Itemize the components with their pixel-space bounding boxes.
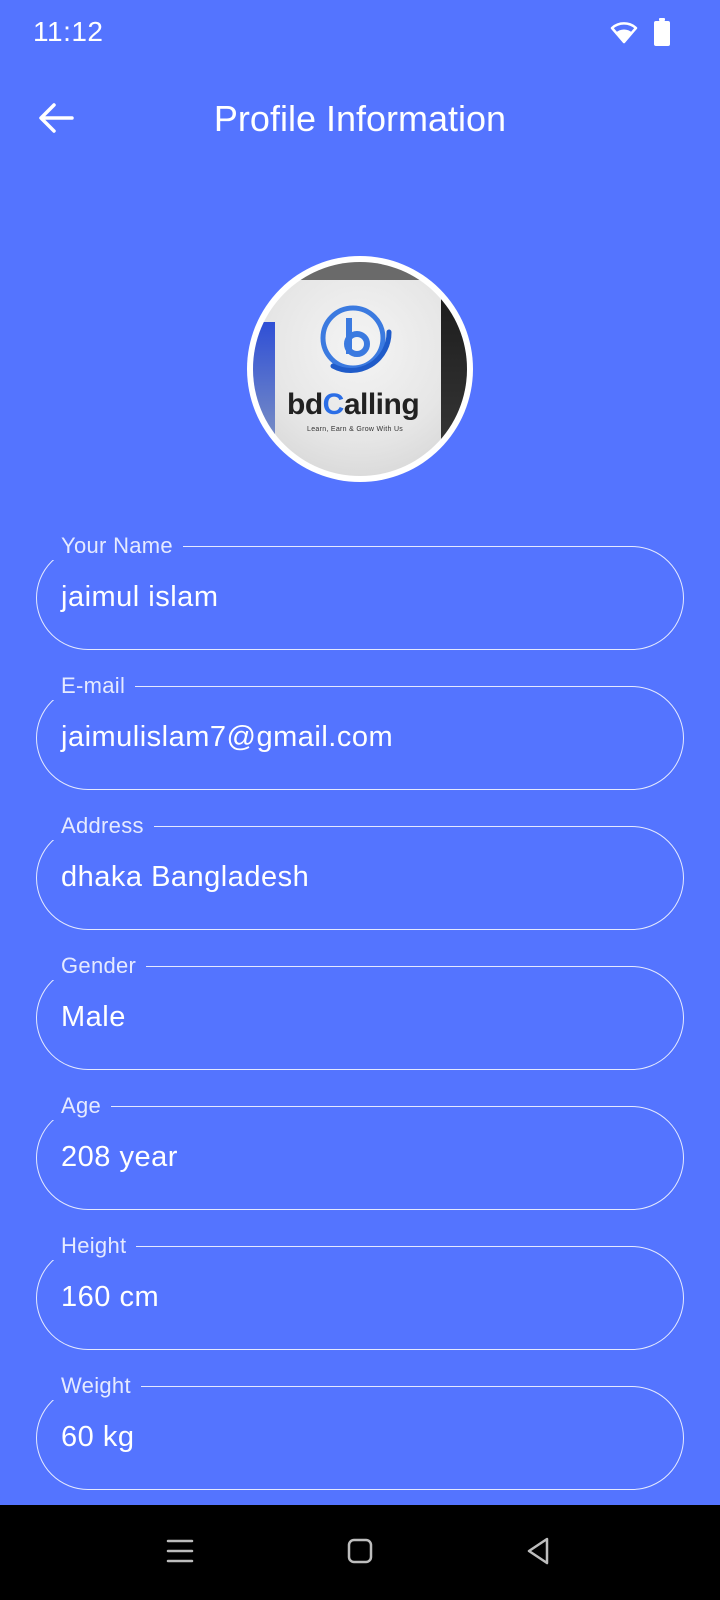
gender-field[interactable]: Gender Male [36, 952, 684, 1070]
field-value: Male [61, 1001, 126, 1033]
app-bar: Profile Information [0, 80, 720, 160]
height-field[interactable]: Height 160 cm [36, 1232, 684, 1350]
avatar-tagline: Learn, Earn & Grow With Us [307, 426, 404, 433]
field-label: Your Name [51, 532, 183, 560]
field-label: Weight [51, 1372, 141, 1400]
age-field[interactable]: Age 208 year [36, 1092, 684, 1210]
address-field[interactable]: Address dhaka Bangladesh [36, 812, 684, 930]
avatar-brand-text: bdCalling [287, 388, 420, 421]
weight-field[interactable]: Weight 60 kg [36, 1372, 684, 1490]
field-label: Height [51, 1232, 137, 1260]
nav-home-button[interactable] [340, 1533, 380, 1573]
page-title: Profile Information [213, 98, 507, 139]
avatar[interactable]: bdCalling Learn, Earn & Grow With Us [247, 256, 473, 482]
nav-recents-button[interactable] [160, 1533, 200, 1573]
name-field[interactable]: Your Name jaimul islam [36, 532, 684, 650]
field-label: Age [51, 1092, 112, 1120]
avatar-image: bdCalling Learn, Earn & Grow With Us [253, 262, 467, 476]
system-nav-bar [0, 1505, 720, 1600]
wifi-icon [610, 20, 638, 49]
nav-back-button[interactable] [518, 1533, 558, 1573]
field-label: E-mail [51, 672, 136, 700]
field-value: dhaka Bangladesh [61, 861, 310, 893]
field-label: Address [51, 812, 154, 840]
field-value: jaimulislam7@gmail.com [61, 721, 394, 753]
field-value: 60 kg [61, 1421, 135, 1453]
email-field[interactable]: E-mail jaimulislam7@gmail.com [36, 672, 684, 790]
field-value: 208 year [61, 1141, 178, 1173]
field-value: 160 cm [61, 1281, 160, 1313]
status-time: 11:12 [33, 16, 104, 47]
triangle-back-icon [525, 1537, 551, 1570]
battery-icon [654, 18, 670, 51]
field-value: jaimul islam [61, 581, 219, 613]
square-icon [347, 1538, 373, 1569]
menu-lines-icon [166, 1538, 194, 1569]
logo-icon [313, 302, 397, 383]
status-icons [610, 18, 670, 51]
field-label: Gender [51, 952, 147, 980]
status-bar: 11:12 [0, 0, 720, 66]
